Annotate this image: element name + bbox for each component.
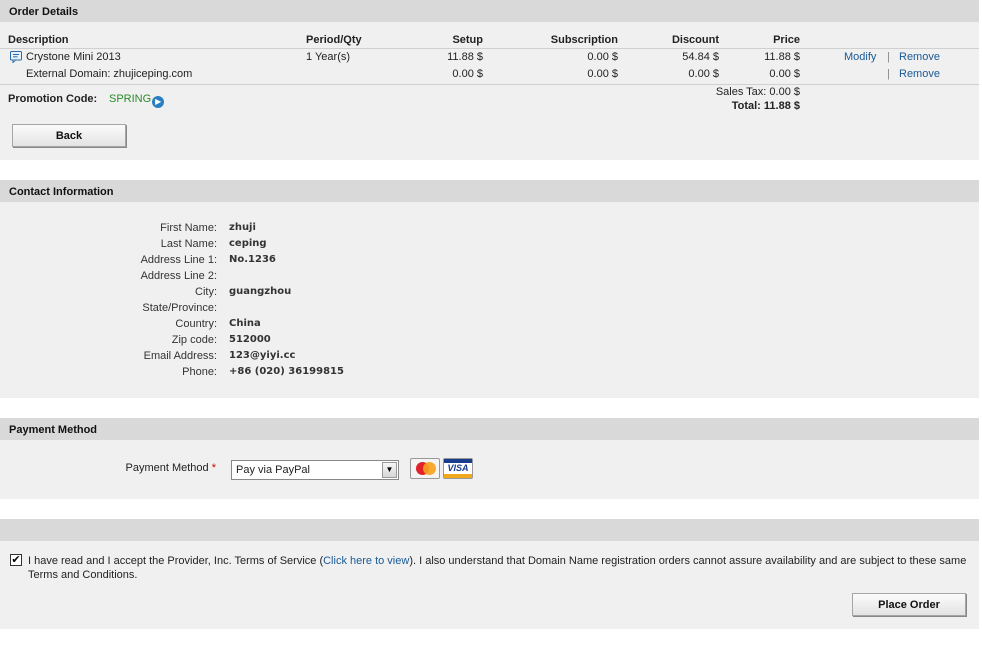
zip-code-value: 512000	[229, 334, 271, 345]
col-subscription: Subscription	[550, 34, 618, 46]
phone-label: Phone:	[182, 366, 217, 378]
last-name-value: ceping	[229, 238, 267, 249]
terms-checkbox[interactable]: ✔	[10, 554, 22, 566]
item-price: 11.88 $	[764, 51, 800, 63]
payment-method-select[interactable]: Pay via PayPal ▼	[231, 460, 399, 480]
payment-method-section: Payment Method Payment Method * Pay via …	[0, 418, 979, 499]
mastercard-icon	[410, 458, 440, 479]
contact-information-section: Contact Information First Name: zhuji Las…	[0, 180, 979, 398]
contact-row: Email Address: 123@yiyi.cc	[0, 348, 979, 364]
phone-value: +86 (020) 36199815	[229, 366, 344, 377]
remove-link[interactable]: Remove	[899, 66, 940, 83]
address-line-1-value: No.1236	[229, 254, 276, 265]
order-row: External Domain: zhujiceping.com 0.00 $ …	[0, 66, 979, 85]
item-description: Crystone Mini 2013	[26, 51, 121, 63]
col-discount: Discount	[671, 34, 719, 46]
col-price: Price	[773, 34, 800, 46]
contact-row: First Name: zhuji	[0, 220, 979, 236]
item-setup: 11.88 $	[447, 51, 483, 63]
item-description: External Domain: zhujiceping.com	[26, 68, 193, 80]
city-label: City:	[195, 286, 217, 298]
payment-method-label: Payment Method *	[126, 461, 217, 475]
item-setup: 0.00 $	[452, 68, 483, 80]
contact-row: City: guangzhou	[0, 284, 979, 300]
item-subscription: 0.00 $	[587, 68, 618, 80]
total-row: Total: 11.88 $	[0, 98, 979, 115]
email-address-value: 123@yiyi.cc	[229, 350, 296, 361]
last-name-label: Last Name:	[160, 238, 217, 250]
col-description: Description	[8, 34, 69, 46]
item-subscription: 0.00 $	[587, 51, 618, 63]
modify-link[interactable]: Modify	[844, 49, 876, 66]
order-row: Crystone Mini 2013 1 Year(s) 11.88 $ 0.0…	[0, 49, 979, 66]
order-total: Total: 11.88 $	[731, 100, 800, 112]
visa-text: VISA	[447, 463, 469, 473]
chevron-down-icon[interactable]: ▼	[382, 462, 397, 478]
terms-text: I have read and I accept the Provider, I…	[28, 554, 968, 582]
first-name-label: First Name:	[160, 222, 217, 234]
first-name-value: zhuji	[229, 222, 256, 233]
address-line-1-label: Address Line 1:	[140, 254, 217, 266]
city-value: guangzhou	[229, 286, 292, 297]
contact-row: Address Line 1: No.1236	[0, 252, 979, 268]
payment-method-label-text: Payment Method	[125, 462, 209, 474]
country-label: Country:	[175, 318, 217, 330]
terms-link[interactable]: Click here to view	[323, 555, 409, 567]
country-value: China	[229, 318, 261, 329]
contact-row: Last Name: ceping	[0, 236, 979, 252]
terms-header	[0, 519, 979, 541]
col-setup: Setup	[452, 34, 483, 46]
payment-method-selected: Pay via PayPal	[236, 464, 310, 476]
contact-row: Address Line 2:	[0, 268, 979, 284]
remove-link[interactable]: Remove	[899, 49, 940, 66]
contact-row: State/Province:	[0, 300, 979, 316]
visa-icon: VISA	[443, 458, 473, 479]
contact-row: Zip code: 512000	[0, 332, 979, 348]
terms-text-before: I have read and I accept the Provider, I…	[28, 555, 324, 567]
payment-method-header: Payment Method	[0, 418, 979, 440]
place-order-button[interactable]: Place Order	[852, 593, 966, 616]
contact-row: Phone: +86 (020) 36199815	[0, 364, 979, 380]
item-discount: 54.84 $	[682, 51, 719, 63]
order-details-section: Order Details Description Period/Qty Set…	[0, 0, 979, 160]
contact-row: Country: China	[0, 316, 979, 332]
state-province-label: State/Province:	[142, 302, 217, 314]
address-line-2-label: Address Line 2:	[140, 270, 217, 282]
contact-information-header: Contact Information	[0, 180, 979, 202]
terms-section: ✔ I have read and I accept the Provider,…	[0, 519, 979, 629]
link-separator: |	[887, 51, 890, 63]
order-details-header: Order Details	[0, 0, 979, 22]
item-discount: 0.00 $	[688, 68, 719, 80]
order-table-header: Description Period/Qty Setup Subscriptio…	[0, 32, 979, 49]
zip-code-label: Zip code:	[171, 334, 217, 346]
email-address-label: Email Address:	[143, 350, 217, 362]
required-marker: *	[211, 462, 216, 474]
item-price: 0.00 $	[769, 68, 800, 80]
link-separator: |	[887, 68, 890, 80]
back-button[interactable]: Back	[12, 124, 126, 147]
col-period: Period/Qty	[306, 34, 362, 46]
item-period: 1 Year(s)	[306, 51, 351, 63]
